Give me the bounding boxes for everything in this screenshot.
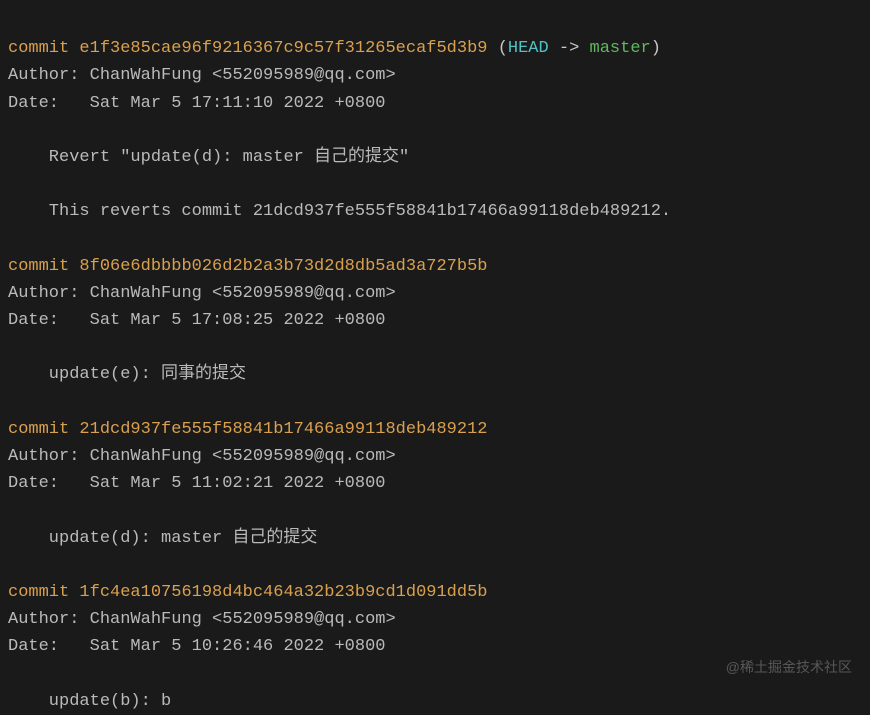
watermark: @稀土掘金技术社区 xyxy=(726,656,852,678)
head-label: HEAD xyxy=(508,39,549,58)
commit-body-line: This reverts commit 21dcd937fe555f58841b… xyxy=(8,202,671,221)
commit-hash-line: commit e1f3e85cae96f9216367c9c57f31265ec… xyxy=(8,39,488,58)
date-line: Date: Sat Mar 5 17:08:25 2022 +0800 xyxy=(8,311,385,330)
commit-entry: commit 21dcd937fe555f58841b17466a99118de… xyxy=(8,416,862,552)
commit-body-line: update(d): master 自己的提交 xyxy=(8,529,317,548)
commit-hash-line: commit 8f06e6dbbbb026d2b2a3b73d2d8db5ad3… xyxy=(8,257,488,276)
branch-label: master xyxy=(590,39,651,58)
git-log-output: commit e1f3e85cae96f9216367c9c57f31265ec… xyxy=(8,8,862,715)
commit-entry: commit 1fc4ea10756198d4bc464a32b23b9cd1d… xyxy=(8,579,862,715)
author-line: Author: ChanWahFung <552095989@qq.com> xyxy=(8,447,396,466)
head-ref: (HEAD -> master) xyxy=(498,39,661,58)
date-line: Date: Sat Mar 5 17:11:10 2022 +0800 xyxy=(8,94,385,113)
commit-body-line: update(b): b xyxy=(8,692,171,711)
author-line: Author: ChanWahFung <552095989@qq.com> xyxy=(8,610,396,629)
commit-entry: commit 8f06e6dbbbb026d2b2a3b73d2d8db5ad3… xyxy=(8,253,862,389)
author-line: Author: ChanWahFung <552095989@qq.com> xyxy=(8,284,396,303)
commit-body-line: Revert "update(d): master 自己的提交" xyxy=(8,148,409,167)
date-line: Date: Sat Mar 5 11:02:21 2022 +0800 xyxy=(8,474,385,493)
commit-entry: commit e1f3e85cae96f9216367c9c57f31265ec… xyxy=(8,35,862,225)
author-line: Author: ChanWahFung <552095989@qq.com> xyxy=(8,66,396,85)
commit-hash-line: commit 21dcd937fe555f58841b17466a99118de… xyxy=(8,420,488,439)
commit-hash-line: commit 1fc4ea10756198d4bc464a32b23b9cd1d… xyxy=(8,583,488,602)
date-line: Date: Sat Mar 5 10:26:46 2022 +0800 xyxy=(8,637,385,656)
commit-body-line: update(e): 同事的提交 xyxy=(8,365,246,384)
